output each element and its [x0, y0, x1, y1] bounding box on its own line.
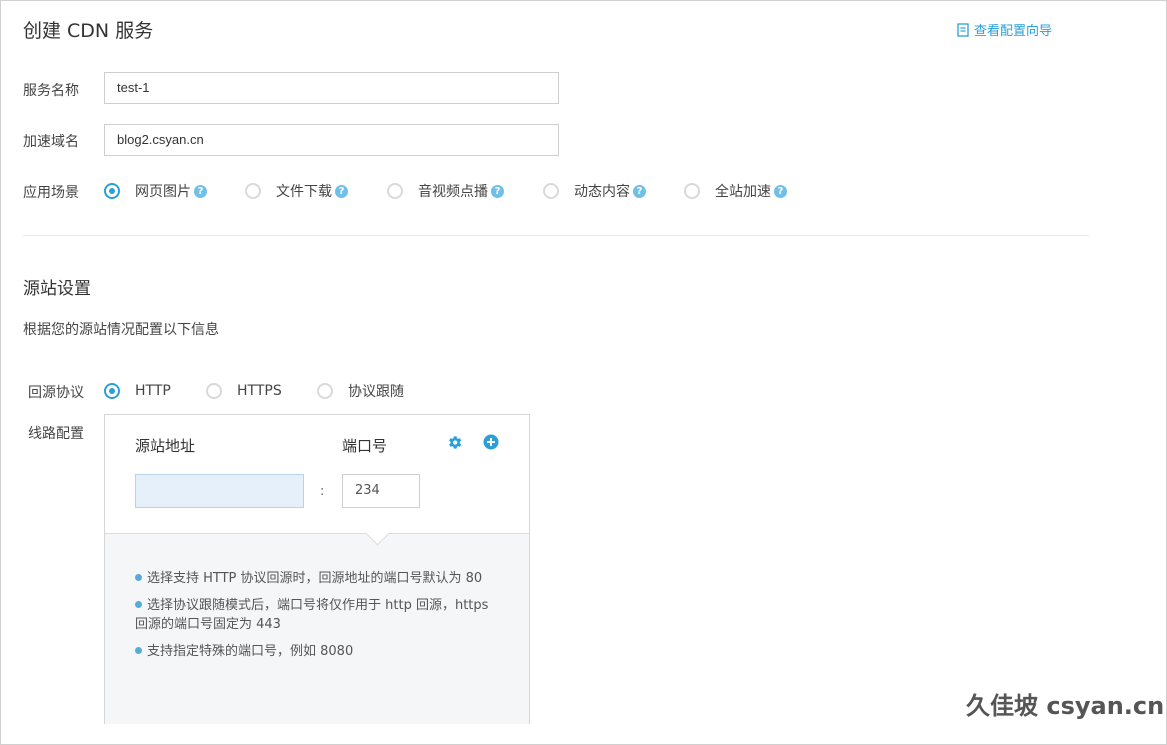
- tip-item: 选择支持 HTTP 协议回源时，回源地址的端口号默认为 80: [135, 569, 495, 588]
- service-name-input[interactable]: test-1: [104, 72, 559, 104]
- protocol-label: 回源协议: [28, 385, 84, 401]
- protocol-option-https[interactable]: HTTPS: [206, 383, 317, 399]
- bullet-icon: [135, 574, 142, 581]
- line-config-panel: 源站地址 端口号 : 234 选择支持 HTTP 协议回源时，回源地址的端口号默…: [104, 414, 530, 724]
- scenario-option-label: 动态内容: [574, 184, 630, 200]
- protocol-option-label: 协议跟随: [348, 384, 404, 400]
- tip-text: 选择支持 HTTP 协议回源时，回源地址的端口号默认为 80: [147, 571, 483, 586]
- scenario-option-full-site[interactable]: 全站加速 ?: [684, 181, 787, 201]
- protocol-option-http[interactable]: HTTP: [104, 383, 206, 399]
- bullet-icon: [135, 601, 142, 608]
- radio-unchecked-icon[interactable]: [206, 383, 222, 399]
- domain-input[interactable]: blog2.csyan.cn: [104, 124, 559, 156]
- help-icon[interactable]: ?: [491, 184, 504, 198]
- watermark: 久佳坡 csyan.cn: [966, 692, 1165, 720]
- origin-address-input[interactable]: [135, 474, 304, 508]
- colon-separator: :: [320, 484, 325, 499]
- origin-section-title: 源站设置: [23, 279, 91, 299]
- tip-text: 支持指定特殊的端口号，例如 8080: [147, 644, 354, 659]
- service-name-label: 服务名称: [23, 83, 79, 99]
- domain-label: 加速域名: [23, 134, 79, 150]
- radio-unchecked-icon[interactable]: [543, 183, 559, 199]
- tip-item: 选择协议跟随模式后，端口号将仅作用于 http 回源，https 回源的端口号固…: [135, 596, 495, 634]
- scenario-option-label: 全站加速: [715, 184, 771, 200]
- view-guide-link[interactable]: 查看配置向导: [957, 20, 1052, 39]
- view-guide-label[interactable]: 查看配置向导: [974, 20, 1052, 39]
- scenario-option-video-on-demand[interactable]: 音视频点播 ?: [387, 181, 543, 201]
- bullet-icon: [135, 647, 142, 654]
- help-icon[interactable]: ?: [335, 184, 348, 198]
- gear-icon[interactable]: [446, 434, 463, 451]
- line-config-label: 线路配置: [28, 426, 84, 442]
- scenario-option-web-images[interactable]: 网页图片 ?: [104, 181, 245, 201]
- scenario-label: 应用场景: [23, 185, 79, 201]
- scenario-radio-group: 网页图片 ? 文件下载 ? 音视频点播 ? 动态内容 ? 全站加速 ?: [104, 181, 787, 201]
- help-icon[interactable]: ?: [633, 184, 646, 198]
- help-icon[interactable]: ?: [774, 184, 787, 198]
- tip-item: 支持指定特殊的端口号，例如 8080: [135, 642, 495, 661]
- section-divider: [23, 235, 1089, 236]
- scenario-option-label: 文件下载: [276, 184, 332, 200]
- radio-checked-icon[interactable]: [104, 383, 120, 399]
- tip-text: 选择协议跟随模式后，端口号将仅作用于 http 回源，https 回源的端口号固…: [135, 598, 489, 632]
- radio-unchecked-icon[interactable]: [387, 183, 403, 199]
- document-icon: [957, 22, 969, 37]
- tips-list: 选择支持 HTTP 协议回源时，回源地址的端口号默认为 80 选择协议跟随模式后…: [135, 569, 495, 669]
- radio-unchecked-icon[interactable]: [684, 183, 700, 199]
- origin-address-header: 源站地址: [135, 437, 196, 455]
- help-icon[interactable]: ?: [194, 184, 207, 198]
- scenario-option-file-download[interactable]: 文件下载 ?: [245, 181, 387, 201]
- protocol-option-label: HTTPS: [237, 383, 282, 399]
- scenario-option-dynamic-content[interactable]: 动态内容 ?: [543, 181, 684, 201]
- scenario-option-label: 音视频点播: [418, 184, 488, 200]
- radio-unchecked-icon[interactable]: [245, 183, 261, 199]
- protocol-radio-group: HTTP HTTPS 协议跟随: [104, 381, 404, 401]
- protocol-option-label: HTTP: [135, 383, 171, 399]
- scenario-option-label: 网页图片: [135, 184, 191, 200]
- radio-unchecked-icon[interactable]: [317, 383, 333, 399]
- radio-checked-icon[interactable]: [104, 183, 120, 199]
- port-input[interactable]: 234: [342, 474, 420, 508]
- page-title: 创建 CDN 服务: [23, 20, 154, 42]
- origin-section-desc: 根据您的源站情况配置以下信息: [23, 322, 219, 338]
- port-header: 端口号: [342, 437, 388, 455]
- plus-circle-icon[interactable]: [483, 434, 499, 450]
- protocol-option-follow[interactable]: 协议跟随: [317, 381, 404, 401]
